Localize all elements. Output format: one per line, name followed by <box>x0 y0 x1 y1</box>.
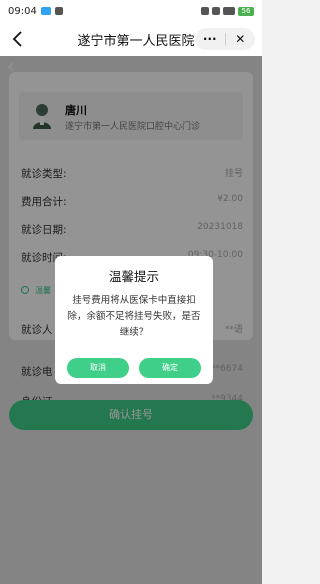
hd-icon <box>212 7 220 15</box>
confirm-button[interactable]: 确定 <box>139 358 201 378</box>
signal-icon <box>223 7 235 15</box>
vibrate-icon <box>201 7 209 15</box>
close-button[interactable]: ✕ <box>226 28 256 50</box>
more-button[interactable]: ··· <box>195 28 225 50</box>
status-time: 09:04 <box>8 5 37 17</box>
app-notification-icon <box>54 7 63 15</box>
battery-icon: 56 <box>238 6 254 16</box>
reminder-dialog: 温馨提示 挂号费用将从医保卡中直接扣除，余额不足将挂号失败，是否继续？ 取消 确… <box>55 256 213 384</box>
dialog-title: 温馨提示 <box>108 269 159 284</box>
nav-bar: 遂宁市第一人民医院 ··· ✕ <box>0 22 262 56</box>
mini-program-capsule: ··· ✕ <box>195 28 255 50</box>
dialog-message: 挂号费用将从医保卡中直接扣除，余额不足将挂号失败，是否继续？ <box>67 295 201 338</box>
chat-notification-icon <box>40 7 51 15</box>
status-left: 09:04 <box>8 6 63 17</box>
status-bar: 09:04 56 <box>0 0 262 22</box>
cancel-button[interactable]: 取消 <box>67 358 129 378</box>
status-right: 56 <box>201 6 254 16</box>
